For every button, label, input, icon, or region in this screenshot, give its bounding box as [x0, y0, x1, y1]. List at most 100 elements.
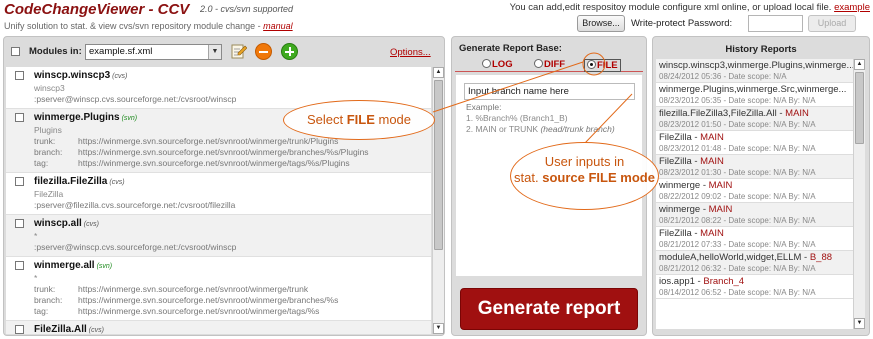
history-branch: MAIN — [785, 108, 809, 119]
remove-icon[interactable] — [255, 43, 272, 60]
module-type-tag: (svn) — [121, 115, 138, 122]
radio-file-dot[interactable] — [587, 60, 596, 69]
radio-file[interactable]: FILE — [584, 59, 621, 72]
history-name-text: ios.app1 - — [659, 276, 704, 287]
history-item[interactable]: winmerge - MAIN 08/22/2012 09:02 - Date s… — [656, 179, 853, 203]
history-item[interactable]: filezilla.FileZilla3,FileZilla.All - MAI… — [656, 107, 853, 131]
app-subtitle: 2.0 - cvs/svn supported — [200, 4, 294, 14]
history-panel: History Reports winscp.winscp3,winmerge.… — [652, 36, 870, 336]
select-all-checkbox[interactable] — [11, 47, 20, 56]
chevron-down-icon[interactable]: ▼ — [208, 45, 221, 59]
module-detail: * — [34, 231, 431, 242]
upload-info: You can add,edit respositoy module confi… — [510, 2, 870, 13]
list-item[interactable]: filezilla.FileZilla (cvs) FileZilla:pserve… — [6, 173, 431, 215]
password-input[interactable] — [748, 15, 803, 32]
history-name-text: winscp.winscp3,winmerge.Plugins,winmerge… — [659, 60, 853, 71]
module-type-tag: (cvs) — [112, 73, 128, 80]
history-name: filezilla.FileZilla3,FileZilla.All - MAI… — [659, 108, 853, 120]
example-line-2-hint: (head/trunk branch) — [540, 124, 615, 134]
app-title: CodeChangeViewer - CCV — [4, 1, 190, 18]
module-scrollbar[interactable]: ▲ ▼ — [432, 67, 444, 334]
module-type-tag: (cvs) — [83, 221, 99, 228]
module-detail-value: winscp3 — [34, 83, 65, 93]
history-name: FileZilla - MAIN — [659, 156, 853, 168]
example-link[interactable]: example — [834, 2, 870, 13]
callout-text: stat. — [514, 170, 543, 185]
history-name: winscp.winscp3,winmerge.Plugins,winmerge… — [659, 60, 853, 72]
options-link[interactable]: Options... — [390, 47, 431, 58]
module-checkbox[interactable] — [15, 325, 24, 334]
upload-button[interactable]: Upload — [808, 15, 856, 32]
example-line-1: 1. %Branch% (Branch1_B) — [466, 113, 568, 123]
list-item[interactable]: FileZilla.All (cvs) — [6, 321, 431, 334]
history-item[interactable]: winscp.winscp3,winmerge.Plugins,winmerge… — [656, 59, 853, 83]
history-title: History Reports — [725, 44, 797, 55]
module-detail: * — [34, 273, 431, 284]
history-scrollbar[interactable]: ▲ ▼ — [853, 59, 865, 329]
history-branch: MAIN — [700, 132, 724, 143]
module-detail-key: tag: — [34, 306, 49, 316]
history-name-text: FileZilla - — [659, 156, 701, 167]
generate-report-button[interactable]: Generate report — [460, 288, 638, 330]
history-name-text: FileZilla - — [659, 132, 701, 143]
module-checkbox[interactable] — [15, 71, 24, 80]
history-item[interactable]: winmerge - MAIN 08/21/2012 08:22 - Date s… — [656, 203, 853, 227]
radio-diff-dot[interactable] — [534, 59, 543, 68]
module-detail: branch: https://winmerge.svn.sourceforge.… — [34, 295, 431, 306]
callout-text: User inputs in — [544, 154, 625, 169]
list-item[interactable]: winscp.all (cvs) *:pserver@winscp.cvs.sour… — [6, 215, 431, 257]
history-item[interactable]: winmerge.Plugins,winmerge.Src,winmerge..… — [656, 83, 853, 107]
history-list: winscp.winscp3,winmerge.Plugins,winmerge… — [656, 59, 853, 329]
history-name: winmerge - MAIN — [659, 204, 853, 216]
module-body: FileZilla.All (cvs) — [34, 323, 431, 334]
module-detail: branch: https://winmerge.svn.sourceforge.… — [34, 147, 431, 158]
history-meta: 08/23/2012 05:35 - Date scope: N/A By: N… — [659, 96, 816, 105]
history-item[interactable]: ios.app1 - Branch_4 08/14/2012 06:52 - Da… — [656, 275, 853, 299]
module-file-select[interactable]: example.sf.xml ▼ — [85, 44, 222, 60]
module-checkbox[interactable] — [15, 113, 24, 122]
module-name-text: winscp.all — [34, 218, 82, 229]
module-detail: winscp3 — [34, 83, 431, 94]
history-item[interactable]: FileZilla - MAIN 08/21/2012 07:33 - Date … — [656, 227, 853, 251]
module-detail-value: https://winmerge.svn.sourceforge.net/svn… — [78, 295, 339, 305]
radio-log-dot[interactable] — [482, 59, 491, 68]
history-item[interactable]: FileZilla - MAIN 08/23/2012 01:48 - Date … — [656, 131, 853, 155]
module-checkbox[interactable] — [15, 177, 24, 186]
module-detail: trunk: https://winmerge.svn.sourceforge.n… — [34, 284, 431, 295]
module-detail: :pserver@winscp.cvs.sourceforge.net:/cvs… — [34, 242, 431, 253]
history-meta: 08/22/2012 09:02 - Date scope: N/A By: N… — [659, 192, 816, 201]
history-branch: MAIN — [700, 156, 724, 167]
branch-name-input[interactable]: Input branch name here — [464, 83, 635, 100]
module-name-text: winscp.winscp3 — [34, 70, 111, 81]
history-branch: MAIN — [708, 204, 733, 215]
scroll-up-icon[interactable]: ▲ — [854, 59, 865, 70]
history-name: moduleA,helloWorld,widget,ELLM - B_88 — [659, 252, 853, 264]
module-checkbox-cell — [6, 259, 34, 317]
module-detail-value: https://winmerge.svn.sourceforge.net/svn… — [78, 284, 309, 294]
edit-icon[interactable] — [231, 43, 247, 60]
unify-text: Unify solution to stat. & view cvs/svn r… — [4, 21, 293, 31]
browse-button[interactable]: Browse... — [577, 15, 625, 32]
list-item[interactable]: winmerge.all (svn) * trunk: https://winmerge… — [6, 257, 431, 321]
scroll-thumb[interactable] — [434, 80, 443, 250]
radio-log[interactable]: LOG — [482, 59, 513, 70]
example-line-2: 2. MAIN or TRUNK (head/trunk branch) — [466, 124, 615, 134]
module-checkbox[interactable] — [15, 219, 24, 228]
history-item[interactable]: moduleA,helloWorld,widget,ELLM - B_88 08/… — [656, 251, 853, 275]
scroll-up-icon[interactable]: ▲ — [433, 67, 444, 78]
manual-link[interactable]: manual — [263, 21, 293, 31]
report-mode-radios: LOG DIFF FILE — [455, 56, 643, 72]
history-meta: 08/23/2012 01:30 - Date scope: N/A By: N… — [659, 168, 816, 177]
scroll-down-icon[interactable]: ▼ — [433, 323, 444, 334]
scroll-thumb[interactable] — [855, 72, 864, 144]
history-item[interactable]: FileZilla - MAIN 08/23/2012 01:30 - Date … — [656, 155, 853, 179]
history-meta: 08/21/2012 07:33 - Date scope: N/A By: N… — [659, 240, 816, 249]
scroll-down-icon[interactable]: ▼ — [854, 318, 865, 329]
module-checkbox[interactable] — [15, 261, 24, 270]
module-detail-value: * — [34, 273, 38, 283]
add-icon[interactable] — [281, 43, 298, 60]
report-base-title: Generate Report Base: — [459, 43, 562, 54]
radio-diff[interactable]: DIFF — [534, 59, 565, 70]
module-body: winscp.all (cvs) *:pserver@winscp.cvs.sour… — [34, 217, 431, 253]
history-name-text: winmerge - — [659, 204, 709, 215]
